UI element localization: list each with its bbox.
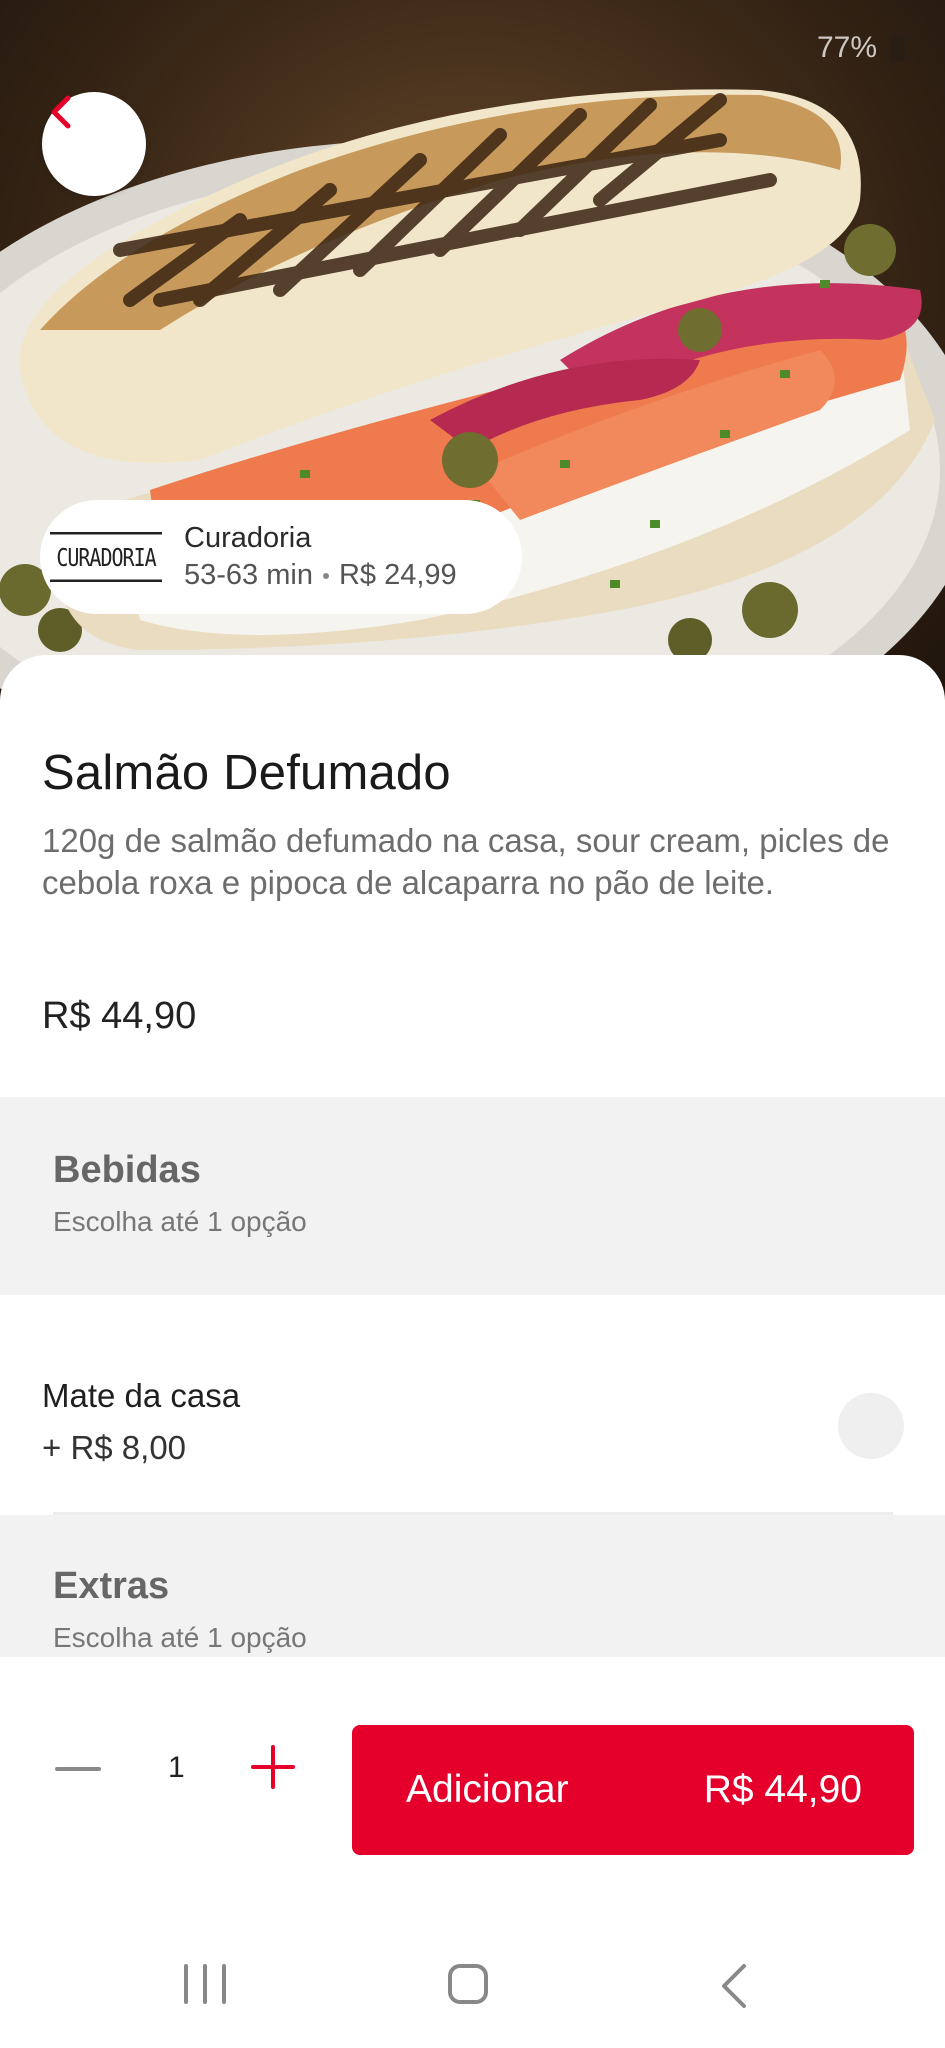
quantity-value: 1 xyxy=(168,1751,185,1784)
restaurant-name: Curadoria xyxy=(184,522,312,554)
recents-button[interactable] xyxy=(184,1964,226,2004)
battery-level: 77% xyxy=(816,31,877,64)
section-title: Extras xyxy=(53,1565,170,1607)
option-radio[interactable] xyxy=(838,1393,904,1459)
section-title: Bebidas xyxy=(53,1149,201,1191)
option-price: + R$ 8,00 xyxy=(42,1429,187,1466)
system-navigation-bar xyxy=(0,1940,945,2048)
restaurant-meta: 53-63 min R$ 24,99 xyxy=(184,559,457,592)
status-bar: 77% xyxy=(817,28,905,68)
product-hero-image: 77% CURADORIA Curadoria 53-63 min R$ 24,… xyxy=(0,0,945,700)
cart-bottom-bar: 1 Adicionar R$ 44,90 xyxy=(0,1657,945,1897)
restaurant-logo: CURADORIA xyxy=(50,529,162,585)
option-row[interactable]: Mate da casa + R$ 8,00 xyxy=(0,1335,945,1515)
recents-icon-bar xyxy=(184,1964,188,2004)
restaurant-card[interactable]: CURADORIA Curadoria 53-63 min R$ 24,99 xyxy=(40,500,522,614)
section-subtitle: Escolha até 1 opção xyxy=(53,1622,307,1653)
battery-icon xyxy=(889,35,905,61)
add-to-cart-button[interactable]: Adicionar R$ 44,90 xyxy=(352,1725,914,1855)
decrease-quantity-button[interactable] xyxy=(55,1767,101,1771)
section-subtitle: Escolha até 1 opção xyxy=(53,1206,307,1237)
back-button[interactable] xyxy=(42,92,146,196)
restaurant-info: Curadoria 53-63 min R$ 24,99 xyxy=(184,522,457,592)
add-button-total: R$ 44,90 xyxy=(703,1768,862,1811)
product-price: R$ 44,90 xyxy=(42,995,197,1037)
home-button[interactable] xyxy=(448,1964,488,2004)
product-description: 120g de salmão defumado na casa, sour cr… xyxy=(42,822,890,901)
recents-icon-bar xyxy=(203,1964,207,2004)
section-header-extras: Extras Escolha até 1 opção xyxy=(0,1515,945,1657)
system-back-button[interactable] xyxy=(720,1964,750,2013)
delivery-time: 53-63 min xyxy=(184,559,313,591)
recents-icon-bar xyxy=(222,1964,226,2004)
delivery-fee: R$ 24,99 xyxy=(338,559,457,591)
chevron-left-icon xyxy=(51,95,71,129)
separator-dot xyxy=(322,572,329,579)
section-header-bebidas: Bebidas Escolha até 1 opção xyxy=(0,1097,945,1295)
increase-quantity-button[interactable] xyxy=(251,1745,295,1789)
back-arrow-icon xyxy=(722,1964,746,2008)
restaurant-logo-text: CURADORIA xyxy=(50,532,162,582)
option-name: Mate da casa xyxy=(42,1377,241,1414)
add-button-label: Adicionar xyxy=(406,1768,569,1811)
product-title: Salmão Defumado xyxy=(42,746,451,800)
